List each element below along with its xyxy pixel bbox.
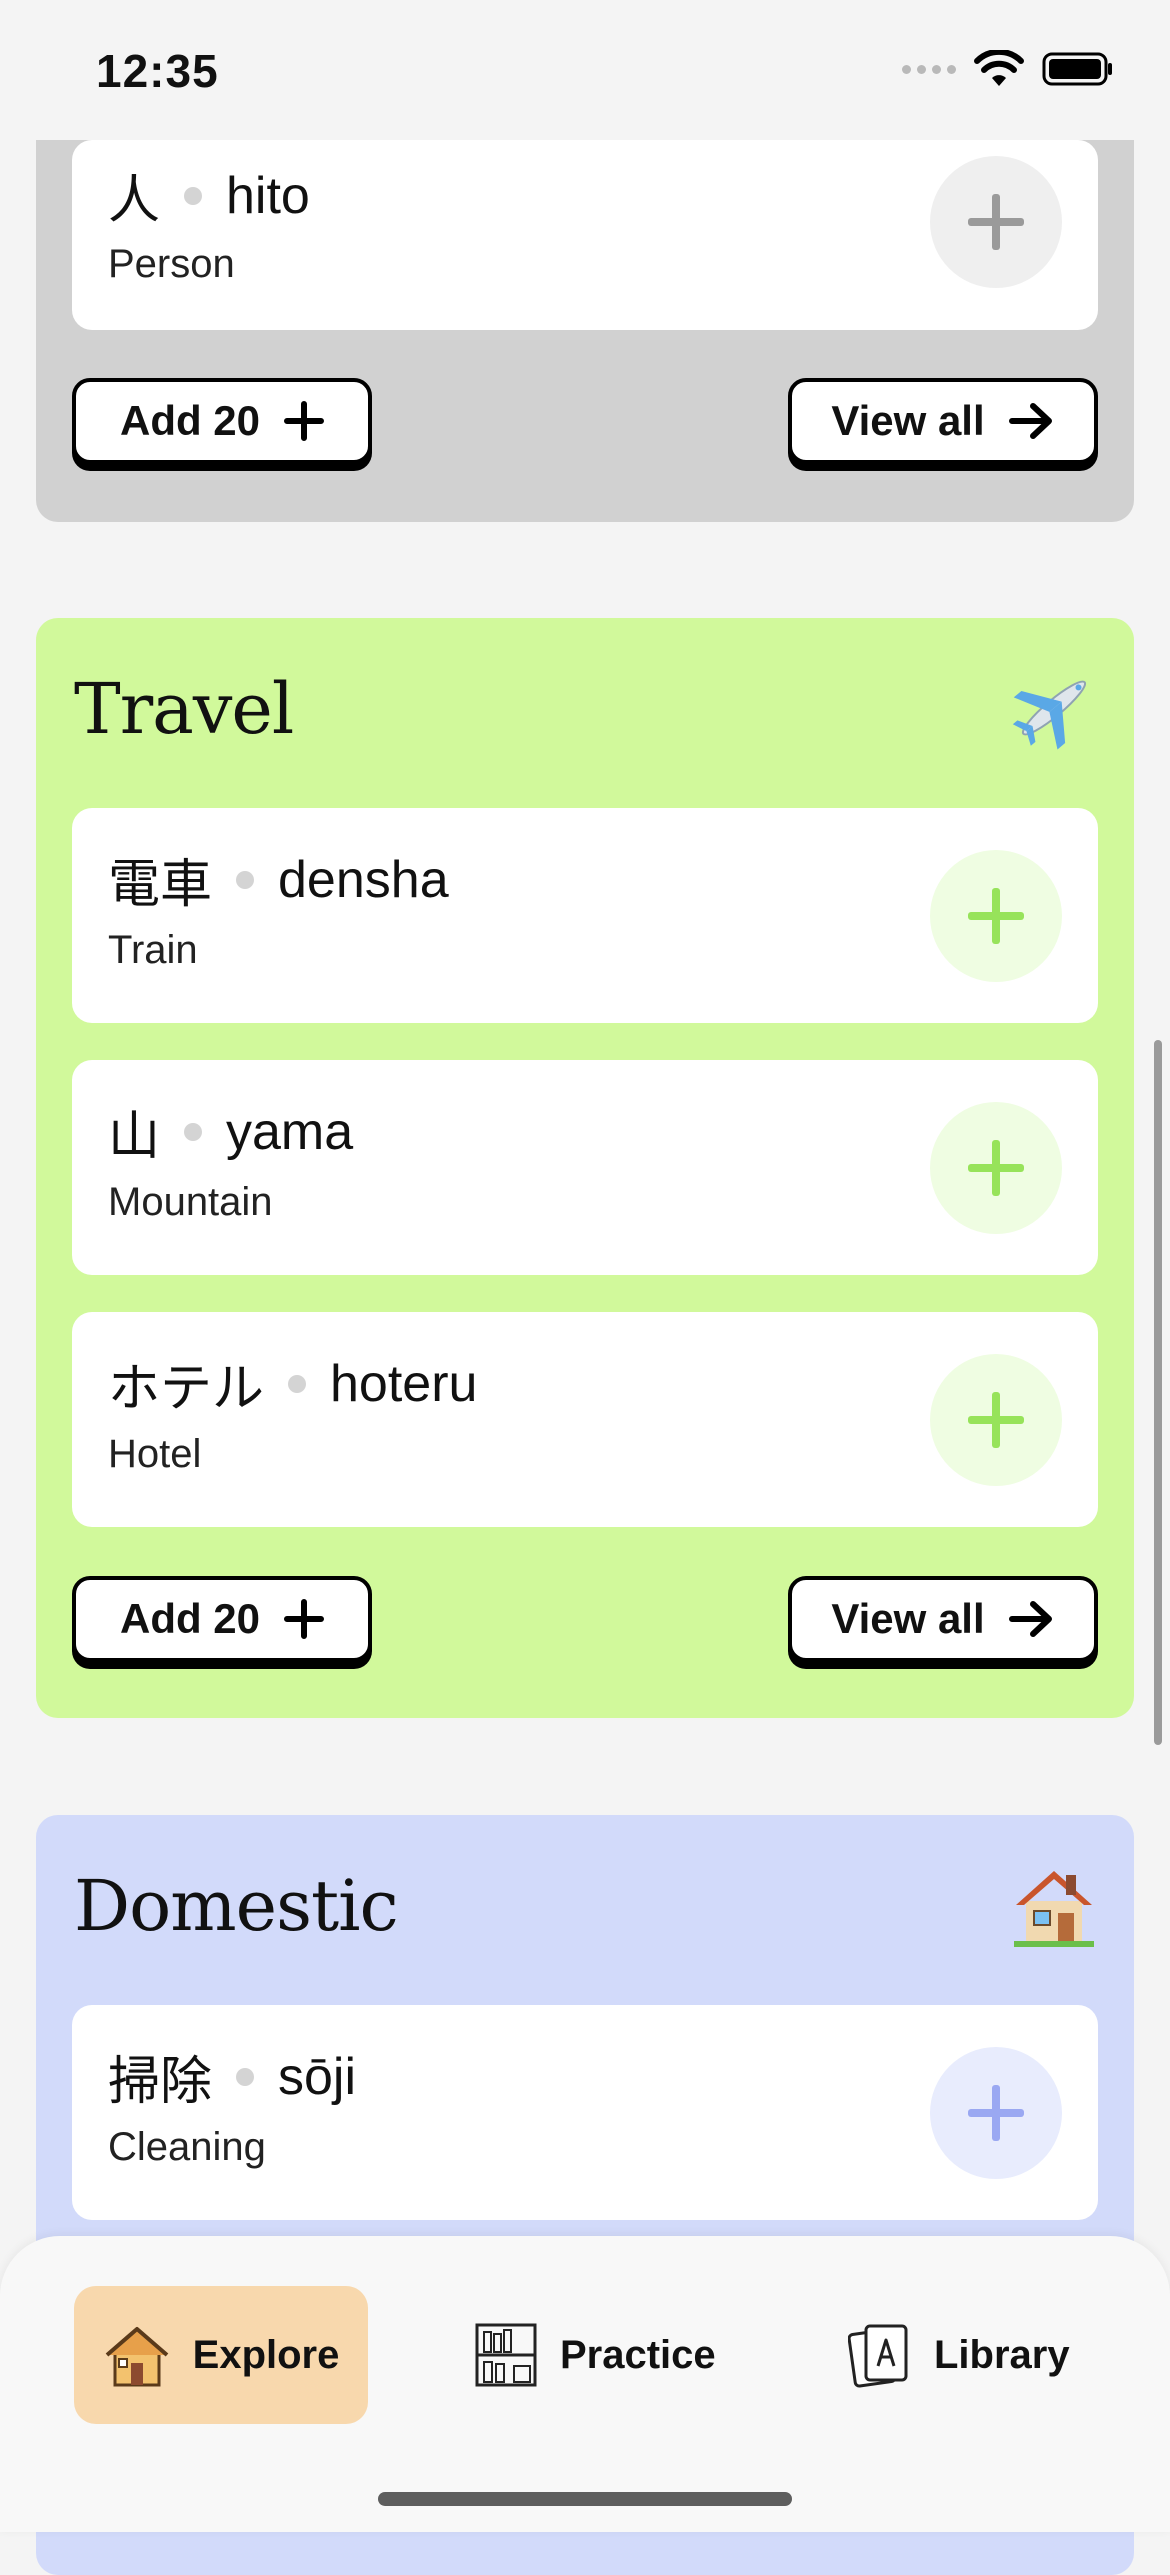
word-romaji: densha [278, 850, 449, 909]
add-20-button[interactable]: Add 20 [72, 378, 372, 464]
tab-explore-label: Explore [192, 2332, 340, 2377]
plus-icon [968, 1140, 1024, 1196]
word-romaji: sōji [278, 2047, 357, 2106]
bookshelf-icon [475, 2323, 537, 2387]
plus-icon [284, 1599, 325, 1639]
battery-icon [1042, 52, 1112, 86]
house-icon [105, 2327, 168, 2387]
word-card[interactable]: 山 yama Mountain [72, 1060, 1098, 1275]
house-icon [1014, 1871, 1094, 1947]
arrow-right-icon [1008, 403, 1052, 439]
section-travel: Travel 電車 densha Train 山 yama Mountain ホ… [36, 618, 1134, 1718]
add-20-label: Add 20 [119, 1595, 261, 1642]
word-line: ホテル hoteru [108, 1346, 477, 1421]
flashcards-icon [848, 2324, 908, 2388]
word-line: 人 hito [108, 158, 310, 233]
plus-icon [968, 194, 1024, 250]
word-kanji: 掃除 [108, 2053, 213, 2111]
view-all-label: View all [831, 397, 985, 444]
add-word-button[interactable] [930, 156, 1062, 288]
add-word-button[interactable] [930, 1102, 1062, 1234]
word-romaji: yama [226, 1102, 354, 1161]
bottom-nav: Explore Practice Library [0, 2236, 1170, 2532]
separator-dot [288, 1374, 307, 1393]
word-meaning: Train [108, 928, 198, 972]
view-all-label: View all [831, 1595, 985, 1642]
scrollbar[interactable] [1154, 1040, 1162, 1745]
separator-dot [184, 1122, 203, 1141]
tab-explore[interactable]: Explore [74, 2286, 368, 2424]
wifi-icon [974, 50, 1024, 86]
word-meaning: Mountain [108, 1180, 273, 1224]
add-20-label: Add 20 [119, 397, 261, 444]
word-line: 山 yama [108, 1094, 353, 1169]
word-meaning: Hotel [108, 1432, 202, 1476]
word-kanji: ホテル [108, 1360, 265, 1418]
separator-dot [184, 186, 203, 205]
plus-icon [968, 1392, 1024, 1448]
add-word-button[interactable] [930, 1354, 1062, 1486]
tab-practice-label: Practice [560, 2332, 716, 2377]
add-20-button[interactable]: Add 20 [72, 1576, 372, 1662]
word-line: 電車 densha [108, 842, 449, 917]
word-card[interactable]: 掃除 sōji Cleaning [72, 2005, 1098, 2220]
section-title: Travel [74, 668, 294, 750]
add-word-button[interactable] [930, 850, 1062, 982]
tab-library[interactable]: Library [848, 2286, 1070, 2424]
status-time: 12:35 [96, 45, 219, 97]
add-word-button[interactable] [930, 2047, 1062, 2179]
status-bar: 12:35 [0, 0, 1170, 140]
arrow-right-icon [1008, 1601, 1052, 1637]
word-card[interactable]: ホテル hoteru Hotel [72, 1312, 1098, 1527]
plus-icon [968, 888, 1024, 944]
word-card[interactable]: 電車 densha Train [72, 808, 1098, 1023]
word-kanji: 山 [108, 1108, 161, 1166]
word-meaning: Cleaning [108, 2125, 266, 2169]
home-indicator [378, 2492, 792, 2506]
word-card[interactable]: 人 hito Person [72, 140, 1098, 330]
word-romaji: hoteru [330, 1354, 478, 1413]
tab-library-label: Library [934, 2332, 1070, 2377]
cellular-signal-icon [902, 64, 956, 74]
separator-dot [236, 2067, 255, 2086]
view-all-button[interactable]: View all [788, 1576, 1098, 1662]
section-title: Domestic [74, 1865, 399, 1947]
word-kanji: 電車 [108, 856, 213, 914]
word-kanji: 人 [108, 172, 161, 230]
word-line: 掃除 sōji [108, 2039, 356, 2114]
separator-dot [236, 870, 255, 889]
word-meaning: Person [108, 242, 235, 286]
plus-icon [284, 401, 325, 441]
plus-icon [968, 2085, 1024, 2141]
section-people: 人 hito Person Add 20 View all [36, 100, 1134, 522]
airplane-icon [1012, 680, 1087, 750]
view-all-button[interactable]: View all [788, 378, 1098, 464]
tab-practice[interactable]: Practice [474, 2286, 716, 2424]
status-icons [902, 50, 1114, 88]
word-romaji: hito [226, 166, 310, 225]
